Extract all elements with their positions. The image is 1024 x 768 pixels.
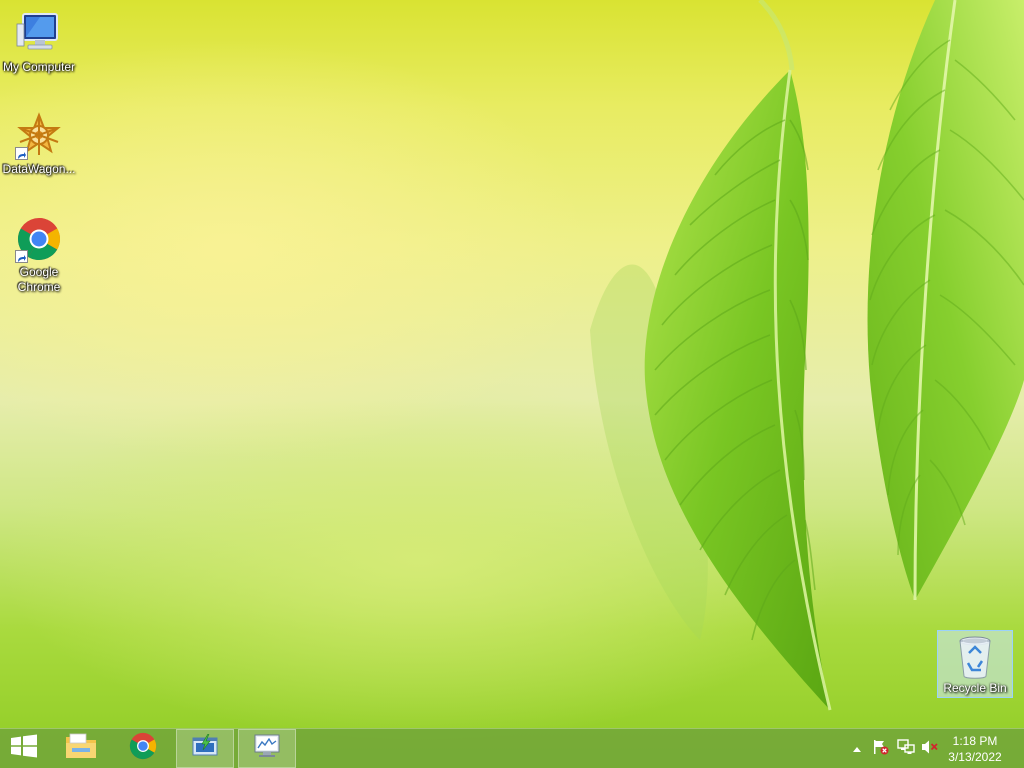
wallpaper [590,0,1024,711]
datawagon-icon [15,112,63,160]
taskbar: 1:18 PM 3/13/2022 [0,728,1024,768]
desktop-icon-recycle-bin[interactable]: Recycle Bin [937,630,1013,698]
desktop-icon-my-computer[interactable]: My Computer [1,10,77,75]
download-window-icon [191,733,219,763]
recycle-bin-icon [951,633,999,681]
tray-action-center[interactable] [872,739,890,760]
shortcut-arrow-icon [15,147,28,160]
desktop-icon-label: My Computer [2,60,76,74]
chrome-icon [15,215,63,263]
desktop-icon-label: Google Chrome [17,265,61,294]
chrome-icon [128,731,158,766]
taskbar-app-monitor[interactable] [238,729,296,768]
folder-icon [64,731,98,766]
clock-date: 3/13/2022 [948,750,1002,764]
show-hidden-icons-button[interactable] [848,741,866,757]
clock-time: 1:18 PM [952,734,998,748]
desktop-icon-datawagon[interactable]: DataWagon... [1,112,77,177]
tray-volume[interactable] [921,739,939,760]
desktop-icon-label: DataWagon... [2,162,76,176]
desktop-icon-label: Recycle Bin [943,681,1007,695]
desktop-icon-google-chrome[interactable]: Google Chrome [1,215,77,295]
taskbar-clock[interactable]: 1:18 PM 3/13/2022 [940,733,1010,765]
taskbar-app-download[interactable] [176,729,234,768]
shortcut-arrow-icon [15,250,28,263]
start-button[interactable] [0,729,48,768]
windows-logo-icon [10,734,38,763]
tray-network[interactable] [897,738,915,760]
monitor-chart-icon [252,733,282,764]
chevron-up-icon [852,740,862,758]
action-center-flag-icon [872,739,890,760]
network-icon [897,738,915,760]
desktop[interactable]: My Computer DataWagon... Google Chrome R… [0,0,1024,768]
taskbar-google-chrome[interactable] [114,729,172,768]
taskbar-file-explorer[interactable] [52,729,110,768]
volume-muted-icon [921,739,939,760]
computer-icon [15,10,63,58]
